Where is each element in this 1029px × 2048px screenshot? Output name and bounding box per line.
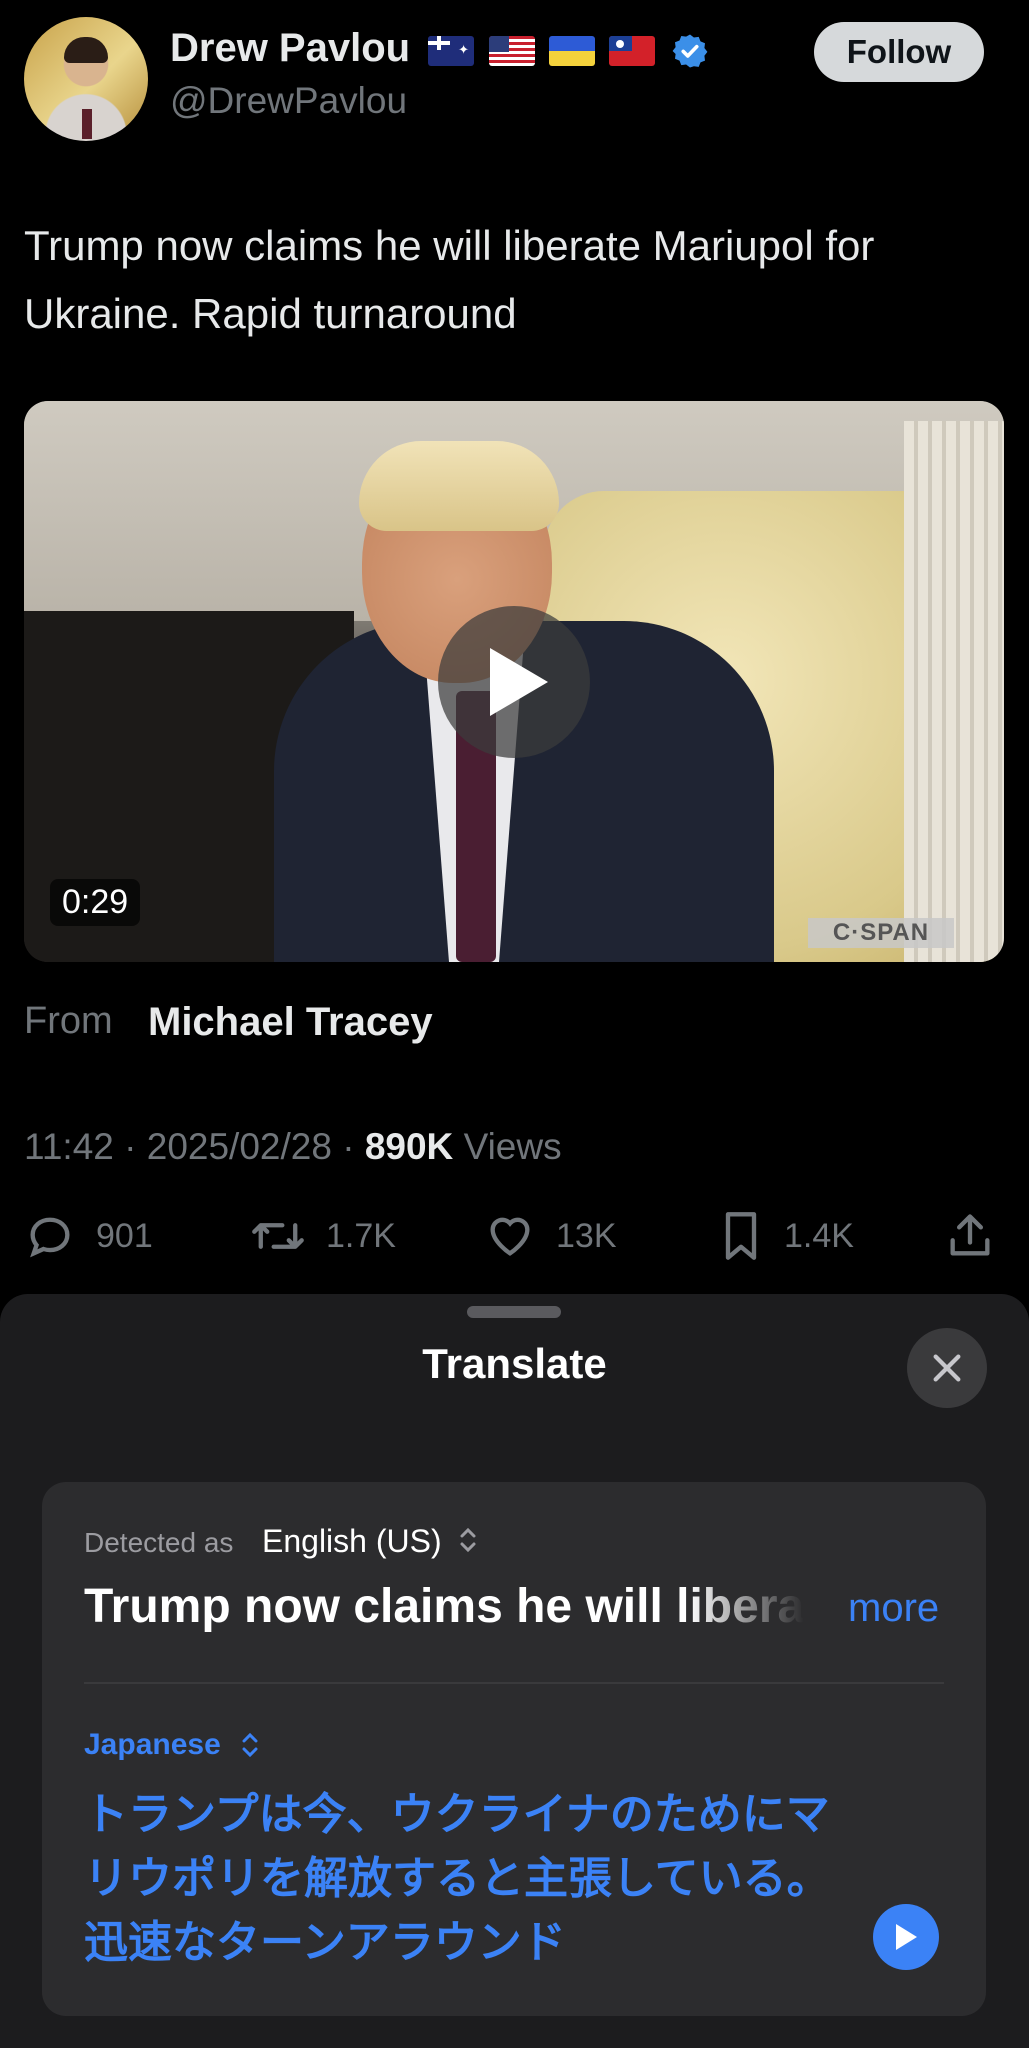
post-text: Trump now claims he will liberate Mariup… bbox=[24, 222, 875, 337]
australia-flag-icon bbox=[428, 36, 474, 66]
repost-count: 1.7K bbox=[326, 1216, 396, 1255]
bookmark-count: 1.4K bbox=[784, 1216, 854, 1255]
ukraine-flag-icon bbox=[549, 36, 595, 66]
meta-separator: · bbox=[342, 1126, 355, 1167]
post-time: 11:42 bbox=[24, 1126, 114, 1167]
target-language-selector[interactable]: Japanese bbox=[84, 1728, 221, 1762]
post-meta: 11:42 · 2025/02/28 · 890K Views bbox=[24, 1126, 562, 1168]
heart-icon bbox=[490, 1217, 530, 1256]
close-icon bbox=[933, 1354, 961, 1382]
detected-label: Detected as bbox=[84, 1527, 234, 1558]
reply-button[interactable]: 901 bbox=[24, 1210, 153, 1262]
meta-separator: · bbox=[124, 1126, 137, 1167]
chevron-updown-icon[interactable] bbox=[240, 1731, 260, 1759]
source-from-label: From bbox=[24, 1000, 113, 1042]
bookmark-icon bbox=[725, 1212, 757, 1260]
speak-button[interactable] bbox=[873, 1904, 939, 1970]
broadcaster-watermark: C·SPAN bbox=[808, 918, 954, 948]
source-text: Trump now claims he will liberate Mariup… bbox=[84, 1580, 804, 1633]
close-button[interactable] bbox=[907, 1328, 987, 1408]
play-icon bbox=[896, 1924, 917, 1950]
video-duration: 0:29 bbox=[50, 879, 141, 926]
reply-count: 901 bbox=[96, 1216, 153, 1255]
translated-text: トランプは今、ウクライナのためにマリウポリを解放すると主張している。迅速なターン… bbox=[84, 1790, 831, 1967]
sheet-grabber[interactable] bbox=[467, 1306, 561, 1318]
views-label: Views bbox=[463, 1126, 562, 1167]
share-button[interactable] bbox=[944, 1210, 1016, 1262]
repost-icon bbox=[252, 1223, 304, 1249]
bookmark-button[interactable]: 1.4K bbox=[718, 1210, 854, 1262]
play-icon bbox=[490, 648, 548, 716]
follow-button[interactable]: Follow bbox=[814, 22, 984, 82]
avatar[interactable] bbox=[24, 17, 148, 141]
reply-icon bbox=[30, 1217, 70, 1258]
like-count: 13K bbox=[556, 1216, 617, 1255]
taiwan-flag-icon bbox=[609, 36, 655, 66]
source-author-link[interactable]: Michael Tracey bbox=[148, 1000, 433, 1045]
post-date: 2025/02/28 bbox=[146, 1126, 332, 1167]
repost-button[interactable]: 1.7K bbox=[250, 1210, 396, 1262]
usa-flag-icon bbox=[489, 36, 535, 66]
views-count: 890K bbox=[364, 1126, 454, 1167]
sheet-title: Translate bbox=[422, 1340, 607, 1387]
verified-badge-icon bbox=[672, 34, 708, 68]
more-link[interactable]: more bbox=[848, 1586, 939, 1631]
video-player[interactable]: 0:29 C·SPAN bbox=[24, 401, 1004, 962]
play-button[interactable] bbox=[438, 606, 590, 758]
like-button[interactable]: 13K bbox=[484, 1210, 617, 1262]
source-language-selector[interactable]: English (US) bbox=[262, 1523, 442, 1560]
author-name[interactable]: Drew Pavlou bbox=[170, 26, 410, 71]
author-handle[interactable]: @DrewPavlou bbox=[170, 80, 407, 122]
chevron-updown-icon[interactable] bbox=[458, 1526, 478, 1554]
share-icon bbox=[950, 1214, 990, 1256]
divider bbox=[84, 1682, 944, 1684]
